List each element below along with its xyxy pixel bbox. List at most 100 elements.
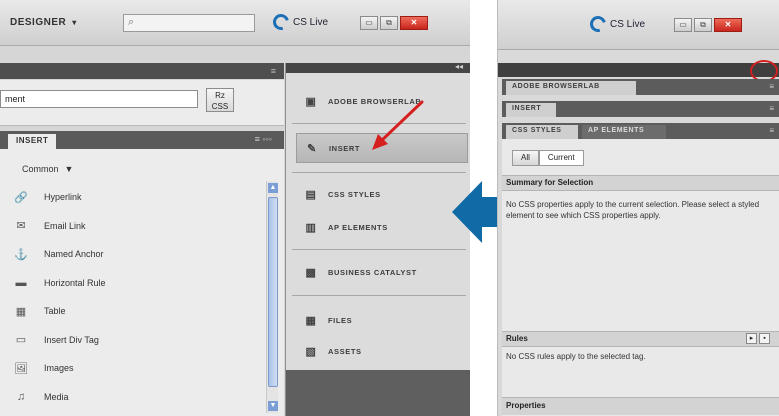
category-label: Common xyxy=(22,164,59,174)
property-button[interactable]: Rz CSS xyxy=(206,88,234,112)
panel-group-divider xyxy=(292,249,466,250)
rules-section-header[interactable]: Rules ▸ ▪ xyxy=(502,331,779,347)
rules-view-controls: ▸ ▪ xyxy=(746,333,770,344)
cs-live-label: CS Live xyxy=(610,18,646,30)
business-catalyst-icon: ▩ xyxy=(305,266,317,279)
panel-button-css-styles[interactable]: ▤ CSS STYLES xyxy=(296,181,468,207)
insert-item-div-tag[interactable]: ▭ Insert Div Tag xyxy=(12,326,262,355)
cs-live-label: CS Live xyxy=(293,16,329,28)
panel-button-files[interactable]: ▦ FILES xyxy=(296,307,468,333)
panel-group-divider xyxy=(292,172,466,173)
panel-options-icon[interactable]: ≡ ◦◦◦ xyxy=(255,134,272,144)
css-styles-panel: All Current Summary for Selection No CSS… xyxy=(502,139,779,416)
panel-button-label: FILES xyxy=(328,315,353,325)
panel-menu-icon[interactable]: ≡ xyxy=(769,126,774,135)
minimize-button[interactable]: ▭ xyxy=(674,18,692,32)
search-icon: ⌕ xyxy=(128,16,135,28)
restore-button[interactable]: ⧉ xyxy=(694,18,712,32)
insert-item-label: Horizontal Rule xyxy=(44,277,106,288)
panel-menu-icon[interactable]: ≡ xyxy=(769,82,774,91)
chevron-down-icon: ▼ xyxy=(64,164,74,174)
panel-title-strip: ≡ xyxy=(0,63,284,79)
summary-section-header[interactable]: Summary for Selection xyxy=(502,175,779,191)
browserlab-tab-row: ADOBE BROWSERLAB ≡ xyxy=(502,79,779,95)
tab-css-styles[interactable]: CSS STYLES xyxy=(506,125,578,139)
insert-item-horizontal-rule[interactable]: ▬ Horizontal Rule xyxy=(12,269,262,298)
property-input[interactable]: ment xyxy=(0,90,198,108)
application-bar: DESIGNER ▾ ⌕ CS Live ▭ ⧉ ✕ xyxy=(0,0,470,46)
cs-live-button[interactable]: CS Live xyxy=(270,11,329,33)
chevron-down-icon: ▾ xyxy=(72,17,77,27)
insert-item-label: Table xyxy=(44,306,66,317)
media-icon: ♫ xyxy=(16,390,26,403)
hyperlink-icon: 🔗 xyxy=(14,191,28,204)
css-styles-icon: ▤ xyxy=(305,188,317,201)
insert-item-media[interactable]: ♫ Media xyxy=(12,383,262,412)
expand-panels-icon[interactable]: ◂◂ xyxy=(455,62,463,71)
workspace-switcher[interactable]: DESIGNER ▾ xyxy=(10,12,77,32)
panel-button-label: BUSINESS CATALYST xyxy=(328,267,417,277)
panel-menu-icon[interactable]: ≡ xyxy=(769,104,774,113)
left-screenshot: DESIGNER ▾ ⌕ CS Live ▭ ⧉ ✕ ≡ ment Rz CSS… xyxy=(0,0,470,416)
panel-menu-icon[interactable]: ≡ xyxy=(271,66,276,76)
close-button[interactable]: ✕ xyxy=(714,18,742,32)
css-tab-row: CSS STYLES AP ELEMENTS ≡ xyxy=(502,123,779,139)
minimize-button[interactable]: ▭ xyxy=(360,16,378,30)
tab-adobe-browserlab[interactable]: ADOBE BROWSERLAB xyxy=(506,81,636,95)
cascade-toggle-icon[interactable]: ▪ xyxy=(759,333,770,344)
window-controls: ▭ ⧉ ✕ xyxy=(360,16,428,30)
images-icon: 🖼 xyxy=(14,362,28,375)
tab-ap-elements[interactable]: AP ELEMENTS xyxy=(582,125,666,139)
anchor-icon: ⚓ xyxy=(14,248,28,261)
assets-icon: ▧ xyxy=(305,345,317,358)
panel-dock-bar xyxy=(498,63,779,77)
tab-insert[interactable]: INSERT xyxy=(506,103,556,117)
info-toggle-icon[interactable]: ▸ xyxy=(746,333,757,344)
insert-item-images[interactable]: 🖼 Images xyxy=(12,354,262,383)
insert-item-label: Media xyxy=(44,391,69,402)
insert-scrollbar[interactable]: ▲ ▼ xyxy=(266,181,278,413)
panel-button-assets[interactable]: ▧ ASSETS xyxy=(296,338,468,364)
insert-item-hyperlink[interactable]: 🔗 Hyperlink xyxy=(12,183,262,212)
insert-item-label: Insert Div Tag xyxy=(44,334,99,345)
cs-live-icon xyxy=(270,11,292,33)
cs-live-icon xyxy=(587,13,609,35)
restore-button[interactable]: ⧉ xyxy=(380,16,398,30)
scroll-down-icon[interactable]: ▼ xyxy=(268,401,278,411)
div-tag-icon: ▭ xyxy=(15,334,27,347)
properties-section-header[interactable]: Properties xyxy=(502,397,779,415)
category-dropdown[interactable]: Common ▼ xyxy=(22,164,73,174)
mode-all-button[interactable]: All xyxy=(512,150,539,166)
panel-button-label: CSS STYLES xyxy=(328,189,381,199)
scroll-up-icon[interactable]: ▲ xyxy=(268,183,278,193)
insert-tab-row: INSERT ≡ xyxy=(502,101,779,117)
browserlab-icon: ▣ xyxy=(305,95,317,108)
insert-item-named-anchor[interactable]: ⚓ Named Anchor xyxy=(12,240,262,269)
window-controls: ▭ ⧉ ✕ xyxy=(674,18,742,32)
properties-bar: ment Rz CSS xyxy=(0,80,284,126)
insert-item-label: Email Link xyxy=(44,220,86,231)
panel-button-business-catalyst[interactable]: ▩ BUSINESS CATALYST xyxy=(296,259,468,285)
close-button[interactable]: ✕ xyxy=(400,16,428,30)
panel-button-label: ASSETS xyxy=(328,346,362,356)
insert-item-email-link[interactable]: ✉ Email Link xyxy=(12,212,262,241)
cs-live-button[interactable]: CS Live xyxy=(587,13,646,35)
insert-panel: INSERT ≡ ◦◦◦ Common ▼ 🔗 Hyperlink ✉ Emai… xyxy=(0,131,284,416)
email-icon: ✉ xyxy=(16,220,26,233)
search-input[interactable]: ⌕ xyxy=(123,14,255,32)
insert-item-label: Named Anchor xyxy=(44,249,104,260)
workspace-label: DESIGNER xyxy=(10,16,67,28)
tab-insert[interactable]: INSERT xyxy=(8,134,57,149)
highlight-arrow-icon xyxy=(372,100,424,150)
insert-item-label: Hyperlink xyxy=(44,192,82,203)
panel-button-ap-elements[interactable]: ▥ AP ELEMENTS xyxy=(296,214,468,240)
insert-item-table[interactable]: ▦ Table xyxy=(12,297,262,326)
panel-group-divider xyxy=(292,295,466,296)
insert-item-list: 🔗 Hyperlink ✉ Email Link ⚓ Named Anchor … xyxy=(12,183,262,411)
horizontal-rule-icon: ▬ xyxy=(15,276,27,289)
mode-current-button[interactable]: Current xyxy=(538,150,584,166)
right-screenshot: CS Live ▭ ⧉ ✕ ADOBE BROWSERLAB ≡ INSERT … xyxy=(497,0,779,416)
panel-button-label: AP ELEMENTS xyxy=(328,222,388,232)
scroll-thumb[interactable] xyxy=(268,197,278,387)
insert-tab-bar: INSERT ≡ ◦◦◦ xyxy=(0,131,284,149)
